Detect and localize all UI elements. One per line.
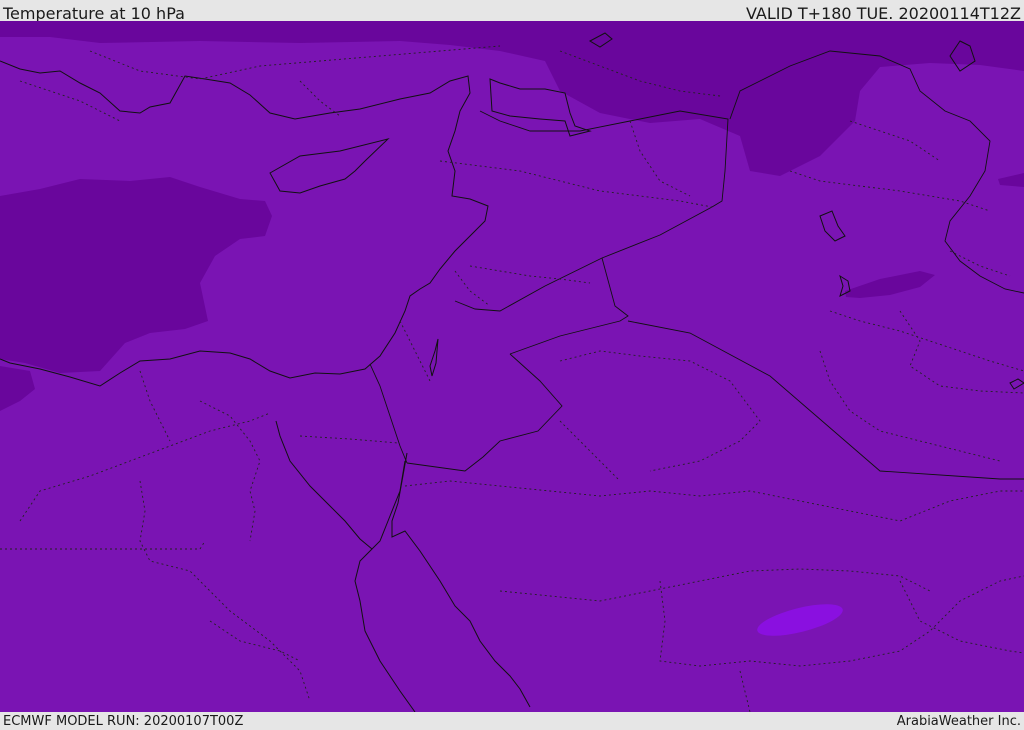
- model-run: ECMWF MODEL RUN: 20200107T00Z: [3, 714, 244, 729]
- credit-text: ArabiaWeather Inc.: [896, 714, 1021, 729]
- header-bar: Temperature at 10 hPa VALID T+180 TUE. 2…: [0, 0, 1024, 23]
- map-canvas: [0, 21, 1024, 712]
- footer-bar: ECMWF MODEL RUN: 20200107T00Z ArabiaWeat…: [0, 712, 1024, 729]
- weather-map[interactable]: [0, 21, 1024, 712]
